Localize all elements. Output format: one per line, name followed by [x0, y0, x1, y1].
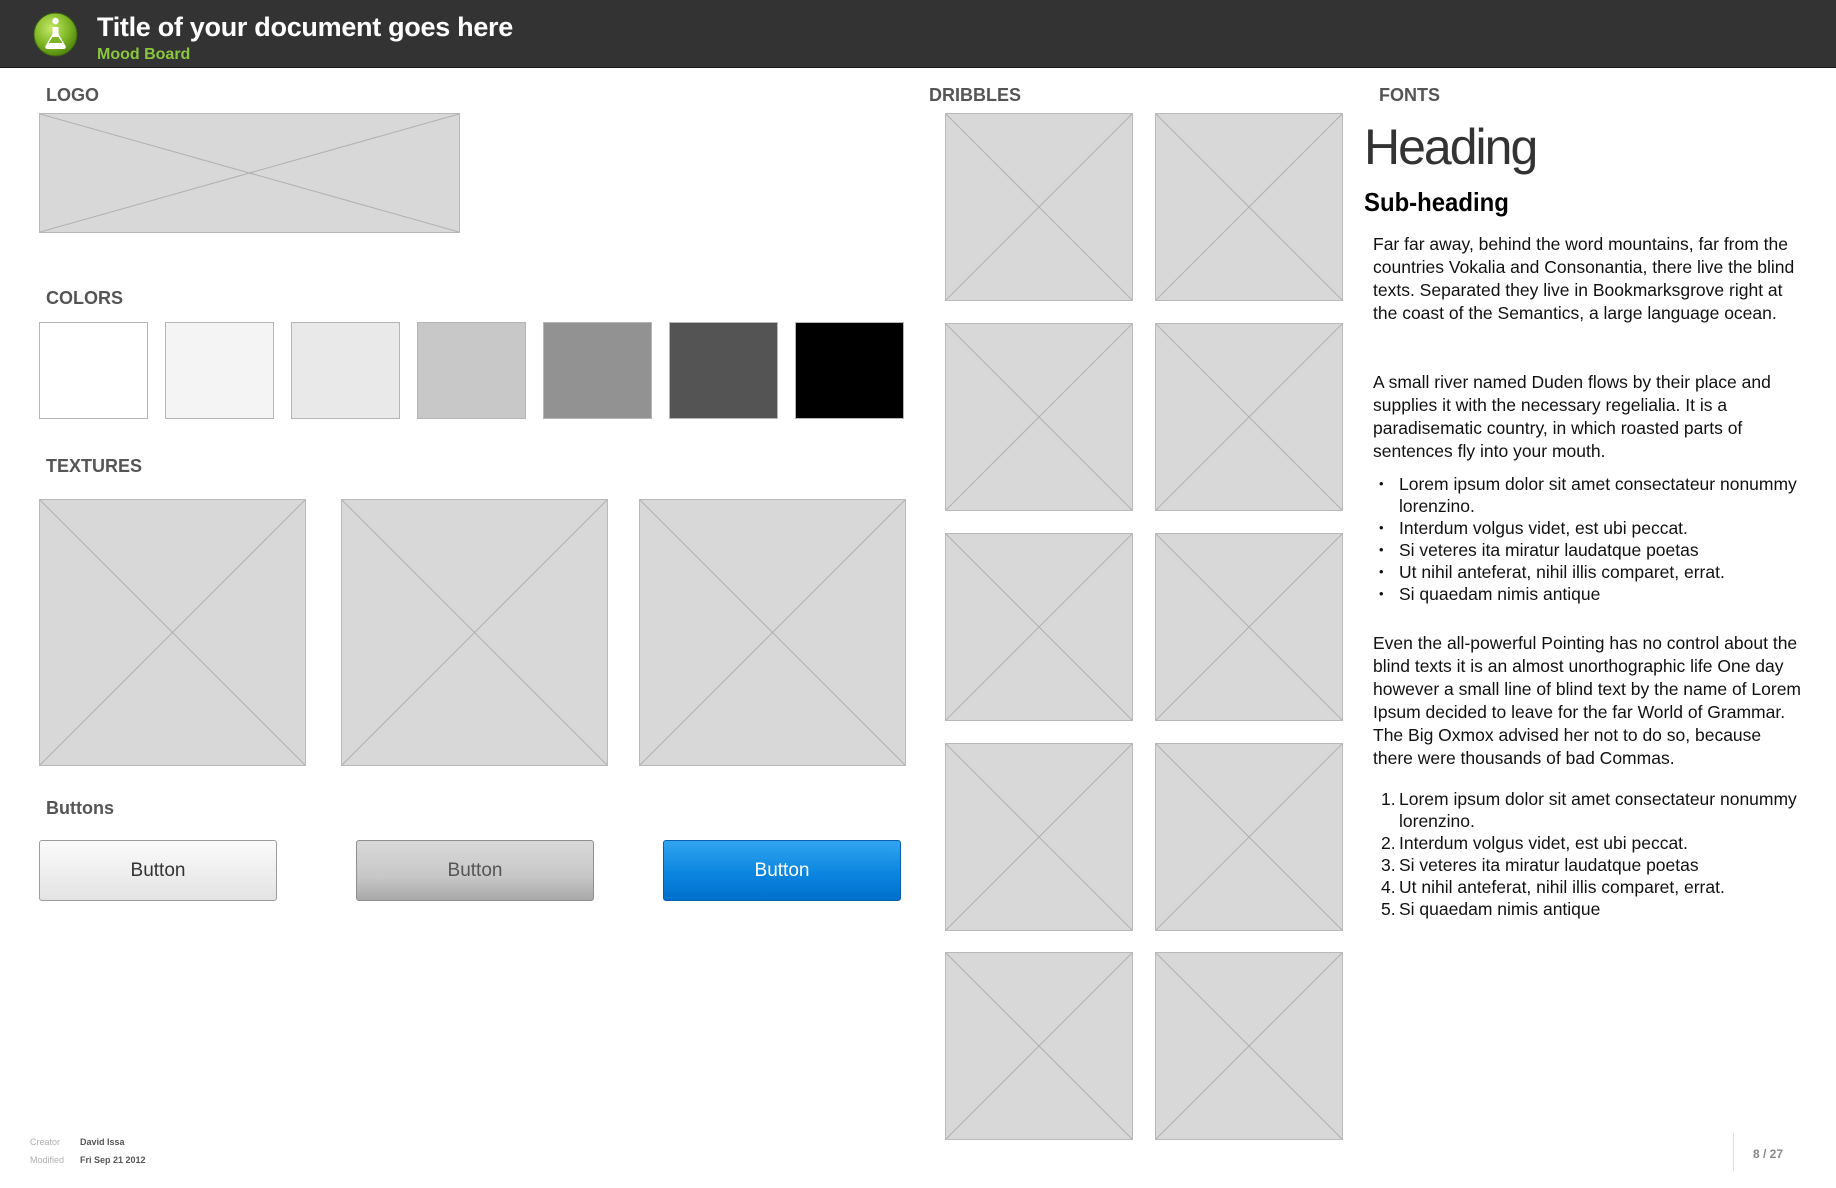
- document-subtitle: Mood Board: [97, 46, 191, 63]
- dribble-placeholder: [1155, 533, 1343, 721]
- modified-value: Fri Sep 21 2012: [80, 1155, 146, 1165]
- section-label-colors: COLORS: [46, 288, 124, 308]
- logo-placeholder: [39, 113, 460, 233]
- section-label-dribbles: DRIBBLES: [929, 85, 1022, 105]
- dribble-placeholder: [945, 113, 1133, 301]
- dribble-placeholder: [1155, 952, 1343, 1140]
- color-swatch: [417, 322, 526, 419]
- list-item: Interdum volgus videt, est ubi peccat.: [1373, 517, 1813, 539]
- dribble-placeholder: [1155, 743, 1343, 931]
- flask-icon: [33, 12, 78, 57]
- list-item: Si quaedam nimis antique: [1373, 583, 1813, 605]
- list-item: Lorem ipsum dolor sit amet consectateur …: [1373, 473, 1813, 517]
- body-paragraph: Even the all-powerful Pointing has no co…: [1373, 633, 1801, 768]
- font-subheading-sample: Sub-heading: [1364, 187, 1509, 217]
- section-label-buttons: Buttons: [46, 798, 114, 818]
- creator-label: Creator: [30, 1137, 61, 1147]
- pressed-button[interactable]: Button: [356, 840, 594, 901]
- texture-placeholder: [639, 499, 906, 766]
- font-heading-sample: Heading: [1364, 119, 1538, 175]
- dribble-placeholder: [1155, 323, 1343, 511]
- color-swatch: [291, 322, 400, 419]
- color-swatch: [795, 322, 904, 419]
- texture-placeholder: [341, 499, 608, 766]
- list-item: 1. Lorem ipsum dolor sit amet consectateu…: [1381, 789, 1797, 831]
- default-button[interactable]: Button: [39, 840, 277, 901]
- texture-placeholder: [39, 499, 306, 766]
- color-swatch: [165, 322, 274, 419]
- body-paragraph: Far far away, behind the word mountains,…: [1373, 234, 1795, 323]
- dribble-placeholder: [945, 952, 1133, 1140]
- dribble-placeholder: [1155, 113, 1343, 301]
- section-label-logo: LOGO: [46, 85, 99, 105]
- numbered-list: 1. Lorem ipsum dolor sit amet consectateu…: [1373, 788, 1813, 920]
- color-swatch: [543, 322, 652, 419]
- modified-label: Modified: [30, 1155, 65, 1165]
- primary-button[interactable]: Button: [663, 840, 901, 901]
- list-item: Si veteres ita miratur laudatque poetas: [1373, 539, 1813, 561]
- list-item: Ut nihil anteferat, nihil illis comparet…: [1373, 561, 1813, 583]
- list-item: 2. Interdum volgus videt, est ubi peccat.: [1381, 833, 1688, 853]
- body-paragraph: A small river named Duden flows by their…: [1373, 372, 1771, 461]
- page-number: 8 / 27: [1753, 1147, 1784, 1161]
- list-item: 5. Si quaedam nimis antique: [1381, 899, 1601, 919]
- dribble-placeholder: [945, 323, 1133, 511]
- list-item: 4. Ut nihil anteferat, nihil illis compar…: [1381, 877, 1725, 897]
- section-label-fonts: FONTS: [1379, 85, 1440, 105]
- color-swatch: [39, 322, 148, 419]
- creator-value: David Issa: [80, 1137, 125, 1147]
- dribble-placeholder: [945, 743, 1133, 931]
- bullet-list: Lorem ipsum dolor sit amet consectateur …: [1373, 473, 1813, 605]
- color-swatch: [669, 322, 778, 419]
- document-title: Title of your document goes here: [97, 12, 513, 42]
- dribble-placeholder: [945, 533, 1133, 721]
- section-label-textures: TEXTURES: [46, 456, 143, 476]
- list-item: 3. Si veteres ita miratur laudatque poeta…: [1381, 855, 1699, 875]
- footer-divider: [1733, 1133, 1734, 1171]
